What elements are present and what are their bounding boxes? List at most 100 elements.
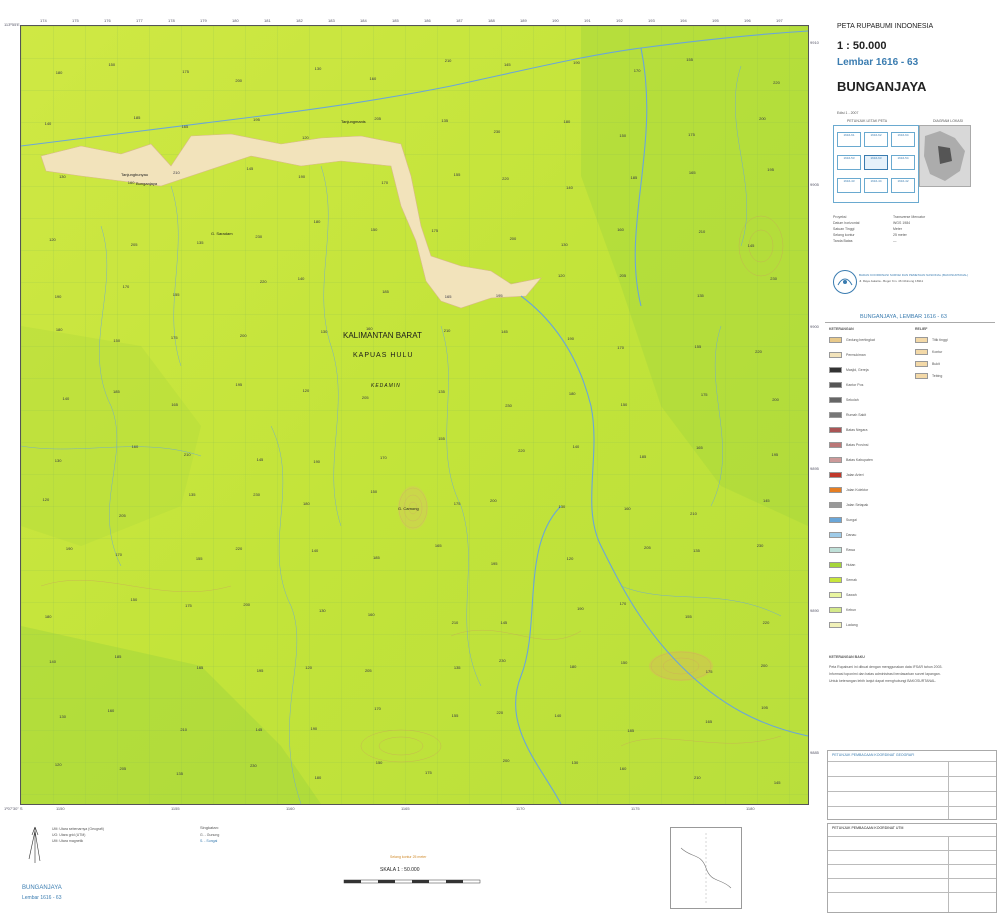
legend-item: Rumah Sakit (829, 412, 866, 418)
sidebar: PETA RUPABUMI INDONESIA 1 : 50.000 Lemba… (815, 15, 997, 915)
abbrev-title: Singkatan: (200, 825, 219, 830)
spot-height: 230 (250, 763, 257, 769)
legend-swatch (829, 427, 842, 433)
bottom-margin: UM: Utara sebenarnya (Geografi) UG: Utar… (20, 815, 810, 919)
top-tick-label: 182 (296, 18, 303, 23)
spot-height: 210 (180, 727, 188, 733)
index-cell[interactable]: 1616-64 (891, 132, 915, 147)
spot-height: 160 (127, 180, 135, 186)
spot-height: 220 (762, 620, 770, 626)
top-tick-label: 175 (72, 18, 79, 23)
spot-height: 165 (171, 402, 178, 408)
spot-height: 180 (568, 390, 576, 396)
spot-height: 190 (310, 725, 318, 731)
spot-height: 200 (490, 497, 497, 503)
legend-label: Sekolah (846, 398, 859, 402)
spot-height: 130 (320, 329, 328, 335)
spot-height: 185 (627, 728, 635, 734)
bottom-tick-label: 1170 (516, 806, 525, 811)
spot-height: 230 (499, 658, 506, 664)
spot-height: 205 (364, 667, 372, 673)
diagram-title: DIAGRAM LOKASI (933, 119, 963, 123)
spot-height: 190 (313, 458, 321, 464)
place-label: Tanjungbunyau (121, 172, 149, 177)
index-cell[interactable]: 1616-54 (891, 155, 915, 170)
spot-height: 140 (566, 184, 573, 190)
spot-height: 210 (444, 57, 452, 63)
index-cell[interactable]: 1616-43 (837, 178, 861, 193)
spot-height: 145 (762, 497, 770, 503)
spot-height: 120 (566, 555, 574, 561)
legend-swatch (829, 607, 842, 613)
top-tick-label: 194 (680, 18, 687, 23)
legend-swatch (829, 532, 842, 538)
spot-height: 145 (246, 166, 254, 172)
note-line: Untuk keterangan lebih lanjut dapat meng… (829, 679, 937, 683)
corner-coordinate: 113º55'E (4, 22, 20, 27)
info-value: 25 meter (893, 233, 907, 237)
spot-height: 190 (65, 546, 73, 552)
legend-item: Gedung bertingkat (829, 337, 875, 343)
legend-item: Jalan Arteri (829, 472, 864, 478)
spot-height: 120 (302, 387, 310, 393)
spot-height: 135 (438, 389, 445, 395)
index-cell[interactable]: 1616-63 (864, 155, 888, 170)
place-label: G. Carnong (398, 506, 419, 511)
legend-swatch (829, 337, 842, 343)
top-tick-label: 177 (136, 18, 143, 23)
legend-item: Permukiman (829, 352, 866, 358)
district-label: KAPUAS HULU (353, 352, 414, 359)
spot-height: 150 (108, 62, 116, 68)
spot-height: 200 (235, 77, 243, 83)
index-cell[interactable]: 1616-53 (837, 155, 861, 170)
spot-height: 150 (620, 659, 628, 665)
spot-height: 175 (425, 770, 432, 776)
spot-height: 160 (367, 611, 375, 617)
spot-height: 165 (705, 719, 713, 725)
spot-height: 170 (122, 283, 130, 289)
spot-height: 170 (374, 706, 381, 712)
edition-label: Edisi 1 - 2007 (837, 111, 859, 115)
spot-height: 175 (431, 227, 439, 233)
map-body[interactable]: Tanjungbunyau Bunganjaya G. Saradam Tanj… (20, 25, 809, 805)
index-title: PETUNJUK LETAK PETA (847, 119, 888, 123)
spot-height: 200 (759, 115, 766, 121)
legend-swatch (829, 352, 842, 358)
sheet-index-grid: 1616-61 1616-62 1616-64 1616-53 1616-63 1616-… (833, 125, 919, 203)
relief-item: Titik tinggi (915, 337, 948, 343)
north-note: UG: Utara grid (UTM) (52, 833, 86, 837)
legend-label: Ladang (846, 623, 858, 627)
legend-item: Batas Negara (829, 427, 867, 433)
index-cell[interactable]: 1616-42 (891, 178, 915, 193)
spot-height: 120 (302, 134, 309, 140)
spot-height: 175 (453, 500, 461, 506)
spot-height: 165 (696, 445, 703, 451)
agency-logo-icon (833, 270, 857, 294)
spot-height: 180 (44, 614, 52, 620)
spot-height: 145 (501, 328, 508, 334)
spot-height: 195 (761, 705, 768, 711)
scale-label: SKALA 1 : 50.000 (380, 867, 420, 873)
spot-height: 190 (577, 606, 584, 612)
spot-height: 140 (297, 275, 305, 281)
index-cell[interactable]: 1616-62 (864, 132, 888, 147)
north-arrow-icon (28, 826, 41, 863)
top-tick-label: 185 (392, 18, 399, 23)
index-cell[interactable]: 1616-61 (837, 132, 861, 147)
table-title: PETUNJUK PEMBACAAN KOORDINAT GEOGRAFI (832, 753, 915, 757)
top-tick-label: 196 (744, 18, 751, 23)
notes-title: KETERANGAN BAKU (829, 655, 865, 659)
legend-swatch (829, 622, 842, 628)
top-tick-label: 195 (712, 18, 719, 23)
map-canvas[interactable] (21, 26, 808, 804)
legend-label: Rawa (846, 548, 855, 552)
spot-height: 180 (563, 118, 571, 124)
index-cell[interactable]: 1616-44 (864, 178, 888, 193)
spot-height: 155 (172, 291, 180, 297)
top-tick-label: 183 (328, 18, 335, 23)
legend-swatch (829, 502, 842, 508)
region-label: KALIMANTAN BARAT (343, 331, 422, 340)
bottom-tick-label: 1180 (746, 806, 755, 811)
bottom-tick-label: 1160 (286, 806, 295, 811)
top-tick-label: 193 (648, 18, 655, 23)
